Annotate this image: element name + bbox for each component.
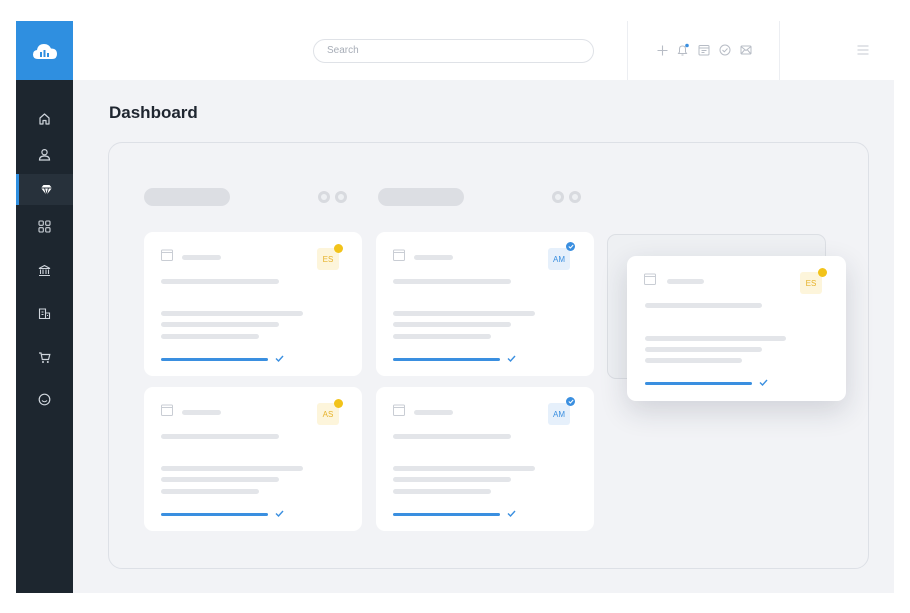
progress-bar [161,513,268,516]
cloud-chart-icon [32,43,57,59]
column-action-dot[interactable] [318,191,330,203]
progress-bar [645,382,752,385]
check-icon [275,355,284,362]
page-title: Dashboard [109,103,198,122]
calendar-icon [393,249,405,261]
text-placeholder [414,255,453,260]
column-title-placeholder [378,188,464,206]
cart-icon [39,352,51,363]
text-placeholder [393,489,491,494]
sidebar-item-diamond[interactable] [16,174,73,205]
divider [779,21,780,80]
mail-icon[interactable] [739,43,753,57]
sidebar-item-bank[interactable] [16,255,73,286]
hamburger-icon[interactable] [856,43,870,57]
task-card[interactable]: AM [376,387,594,531]
text-placeholder [161,489,259,494]
status-dot [818,268,827,277]
status-dot [334,244,343,253]
check-icon [507,510,516,517]
avatar: AM [548,403,570,425]
check-icon [507,355,516,362]
check-icon [275,510,284,517]
search-placeholder: Search [327,45,359,56]
smile-icon [38,393,51,406]
verified-icon [566,397,575,406]
text-placeholder [393,477,511,482]
top-bar: Search [73,21,894,80]
dragged-task-card[interactable]: ES [627,256,846,401]
check-circle-icon[interactable] [718,43,732,57]
text-placeholder [393,322,511,327]
progress-bar [161,358,268,361]
column-action-dot[interactable] [552,191,564,203]
text-placeholder [667,279,704,284]
text-placeholder [161,322,279,327]
column-action-dot[interactable] [335,191,347,203]
logo[interactable] [16,21,73,80]
text-placeholder [393,279,511,284]
calendar-icon [393,404,405,416]
verified-icon [566,242,575,251]
text-placeholder [414,410,453,415]
status-dot [334,399,343,408]
calendar-icon [161,404,173,416]
sidebar-item-store[interactable] [16,298,73,329]
text-placeholder [161,434,279,439]
text-placeholder [393,334,491,339]
text-placeholder [182,255,221,260]
task-card[interactable]: AS [144,387,362,531]
text-placeholder [161,334,259,339]
bank-icon [38,264,51,277]
progress-bar [393,513,500,516]
text-placeholder [645,358,742,363]
sidebar-item-cart[interactable] [16,342,73,373]
column-title-placeholder [144,188,230,206]
sidebar-item-user[interactable] [16,139,73,170]
text-placeholder [645,303,762,308]
text-placeholder [161,466,303,471]
text-placeholder [645,336,786,341]
text-placeholder [393,466,535,471]
calendar-icon [161,249,173,261]
task-card[interactable]: ES [144,232,362,376]
progress-bar [393,358,500,361]
bell-icon[interactable] [676,43,690,57]
search-input[interactable]: Search [313,39,594,63]
home-icon [39,113,50,125]
task-card[interactable]: AM [376,232,594,376]
sidebar-item-home[interactable] [16,103,73,134]
grid-icon [38,220,51,233]
app-window: Search Dashboard ES AM AS AM ES [16,21,894,593]
column-action-dot[interactable] [569,191,581,203]
text-placeholder [161,311,303,316]
avatar: AM [548,248,570,270]
plus-icon[interactable] [655,43,669,57]
text-placeholder [161,477,279,482]
text-placeholder [393,434,511,439]
text-placeholder [161,279,279,284]
sidebar [16,21,73,593]
user-icon [38,148,51,161]
text-placeholder [182,410,221,415]
calendar-icon [644,273,656,285]
divider [627,21,628,80]
store-icon [38,308,51,320]
sidebar-item-smile[interactable] [16,384,73,415]
check-icon [759,379,768,386]
text-placeholder [645,347,762,352]
diamond-icon [40,184,52,196]
text-placeholder [393,311,535,316]
sidebar-item-grid[interactable] [16,211,73,242]
calendar-icon[interactable] [697,43,711,57]
